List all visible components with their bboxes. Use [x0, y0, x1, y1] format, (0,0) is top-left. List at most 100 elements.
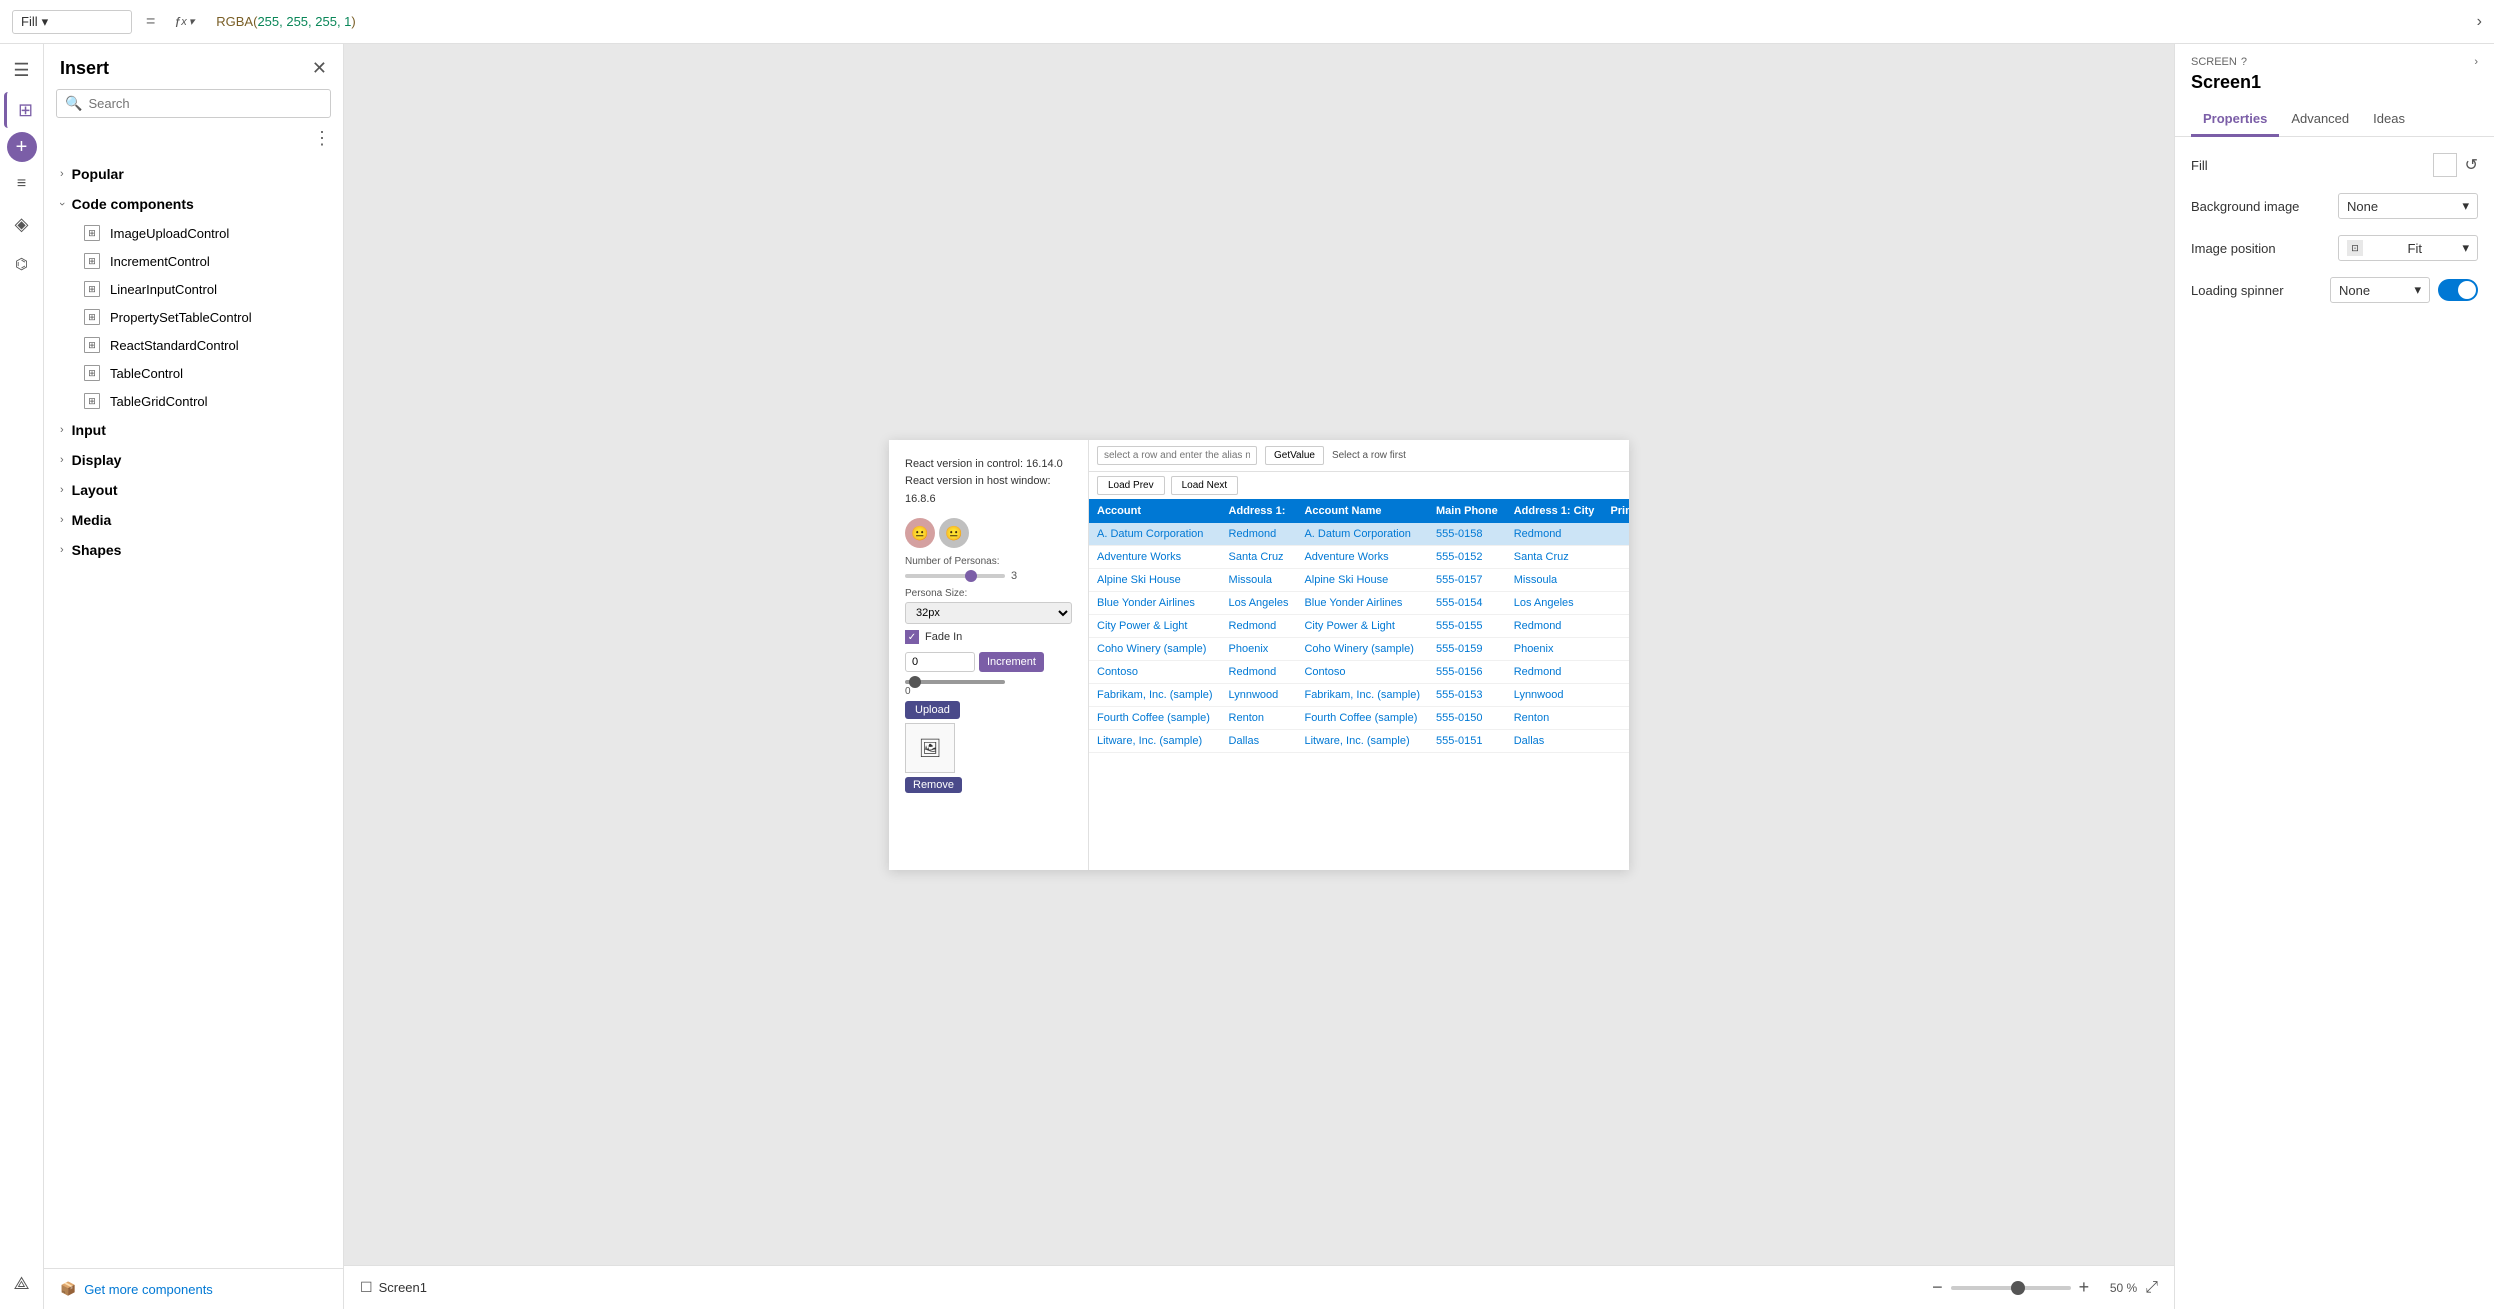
table-row[interactable]: Alpine Ski House Missoula Alpine Ski Hou… — [1089, 568, 1629, 591]
screen-tab[interactable]: ☐ Screen1 — [360, 1279, 427, 1296]
upload-button[interactable]: Upload — [905, 701, 960, 719]
screen-icon: ☐ — [360, 1279, 373, 1296]
help-icon[interactable]: ? — [2241, 56, 2247, 68]
list-item[interactable]: ⊞ ReactStandardControl — [44, 331, 343, 359]
table-row[interactable]: City Power & Light Redmond City Power & … — [1089, 614, 1629, 637]
table-scroll[interactable]: Account Address 1: Account Name Main Pho… — [1089, 499, 1629, 870]
table-row[interactable]: A. Datum Corporation Redmond A. Datum Co… — [1089, 523, 1629, 546]
col-header-phone: Main Phone — [1428, 499, 1506, 523]
table-row[interactable]: Litware, Inc. (sample) Dallas Litware, I… — [1089, 729, 1629, 752]
section-layout[interactable]: › Layout — [44, 475, 343, 505]
right-panel-collapse[interactable]: › — [2474, 56, 2478, 68]
col-header-primary: Prima... — [1602, 499, 1629, 523]
sidebar-icons: ☰ ⊞ + ≡ ◈ ⌬ ⟁ — [0, 44, 44, 1309]
slider2-value: 0 — [905, 686, 1072, 697]
section-media[interactable]: › Media — [44, 505, 343, 535]
persona-size-select[interactable]: 32px — [905, 602, 1072, 624]
load-next-button[interactable]: Load Next — [1171, 476, 1239, 495]
cell-account-name: Adventure Works — [1296, 545, 1428, 568]
cell-account-name: Litware, Inc. (sample) — [1296, 729, 1428, 752]
list-item[interactable]: ⊞ TableControl — [44, 359, 343, 387]
component-icon: ⊞ — [84, 225, 100, 241]
table-row[interactable]: Fabrikam, Inc. (sample) Lynnwood Fabrika… — [1089, 683, 1629, 706]
loading-toggle[interactable] — [2438, 279, 2478, 301]
list-item[interactable]: ⊞ PropertySetTableControl — [44, 303, 343, 331]
react-version-control: React version in control: 16.14.0 React … — [905, 456, 1072, 509]
formula-fn: RGBA( — [216, 14, 257, 29]
table-row[interactable]: Fourth Coffee (sample) Renton Fourth Cof… — [1089, 706, 1629, 729]
image-position-dropdown[interactable]: ⊡ Fit ▾ — [2338, 235, 2478, 261]
cell-phone: 555-0159 — [1428, 637, 1506, 660]
fill-swatch[interactable] — [2433, 153, 2457, 177]
list-item[interactable]: ⊞ ImageUploadControl — [44, 219, 343, 247]
components-icon[interactable]: ◈ — [4, 206, 40, 242]
formula-nums: 255, 255, 255, 1 — [257, 14, 351, 29]
cell-account-name: Coho Winery (sample) — [1296, 637, 1428, 660]
collapse-icon[interactable]: › — [2477, 13, 2482, 31]
upload-preview: 🖼 — [905, 723, 955, 773]
add-icon[interactable]: + — [7, 132, 37, 162]
tab-properties[interactable]: Properties — [2191, 103, 2279, 137]
section-input[interactable]: › Input — [44, 415, 343, 445]
fullscreen-button[interactable]: ⤢ — [2145, 1279, 2158, 1297]
background-image-label: Background image — [2191, 199, 2299, 214]
chevron-down-icon: › — [56, 202, 68, 206]
select-row-hint: Select a row first — [1332, 450, 1406, 461]
cell-account-name: Blue Yonder Airlines — [1296, 591, 1428, 614]
fx-button[interactable]: fx ▾ — [169, 14, 200, 30]
cell-city: Dallas — [1506, 729, 1603, 752]
col-header-account-name: Account Name — [1296, 499, 1428, 523]
zoom-in-button[interactable]: + — [2079, 1277, 2090, 1298]
list-item[interactable]: ⊞ LinearInputControl — [44, 275, 343, 303]
get-value-button[interactable]: GetValue — [1265, 446, 1324, 465]
section-display[interactable]: › Display — [44, 445, 343, 475]
tab-ideas[interactable]: Ideas — [2361, 103, 2417, 137]
cell-primary — [1602, 614, 1629, 637]
increment-input[interactable] — [905, 652, 975, 672]
table-row[interactable]: Contoso Redmond Contoso 555-0156 Redmond — [1089, 660, 1629, 683]
increment-button[interactable]: Increment — [979, 652, 1044, 672]
loading-spinner-dropdown[interactable]: None ▾ — [2330, 277, 2430, 303]
more-options-button[interactable]: ⋮ — [313, 128, 331, 149]
hamburger-menu-icon[interactable]: ☰ — [4, 52, 40, 88]
variables-icon[interactable]: ⌬ — [4, 246, 40, 282]
tab-advanced[interactable]: Advanced — [2279, 103, 2361, 137]
list-item[interactable]: ⊞ IncrementControl — [44, 247, 343, 275]
chevron-down-icon: ▾ — [42, 14, 49, 30]
table-row[interactable]: Blue Yonder Airlines Los Angeles Blue Yo… — [1089, 591, 1629, 614]
zoom-out-button[interactable]: − — [1932, 1277, 1943, 1298]
list-item[interactable]: ⊞ TableGridControl — [44, 387, 343, 415]
personas-slider[interactable] — [905, 574, 1005, 578]
cell-address1: Redmond — [1221, 660, 1297, 683]
persona-row: 😐 😐 — [905, 518, 1072, 548]
section-shapes[interactable]: › Shapes — [44, 535, 343, 565]
tree-view-icon[interactable]: ≡ — [4, 166, 40, 202]
avatar: 😐 — [905, 518, 935, 548]
fill-dropdown[interactable]: Fill ▾ — [12, 10, 132, 34]
section-popular[interactable]: › Popular — [44, 159, 343, 189]
alias-input[interactable] — [1097, 446, 1257, 465]
table-row[interactable]: Coho Winery (sample) Phoenix Coho Winery… — [1089, 637, 1629, 660]
section-code-components[interactable]: › Code components — [44, 189, 343, 219]
cell-address1: Phoenix — [1221, 637, 1297, 660]
zoom-controls: − + 50 % ⤢ — [1932, 1277, 2158, 1298]
right-panel-header: SCREEN ? › Screen1 Properties Advanced I… — [2175, 44, 2494, 137]
component-icon: ⊞ — [84, 253, 100, 269]
get-more-components[interactable]: 📦 Get more components — [44, 1268, 343, 1309]
toggle-knob — [2458, 281, 2476, 299]
background-image-dropdown[interactable]: None ▾ — [2338, 193, 2478, 219]
connectors-icon[interactable]: ⟁ — [4, 1265, 40, 1301]
component-icon: ⊞ — [84, 337, 100, 353]
slider2-container: 0 — [905, 680, 1072, 697]
zoom-slider[interactable] — [1951, 1286, 2071, 1290]
table-row[interactable]: Adventure Works Santa Cruz Adventure Wor… — [1089, 545, 1629, 568]
formula-bar[interactable]: RGBA(255, 255, 255, 1) — [208, 10, 2468, 33]
fade-in-checkbox[interactable] — [905, 630, 919, 644]
fill-reset-icon[interactable]: ↺ — [2465, 155, 2478, 175]
close-button[interactable]: ✕ — [312, 58, 327, 79]
remove-button[interactable]: Remove — [905, 777, 962, 793]
slider2[interactable] — [905, 680, 1005, 684]
load-prev-button[interactable]: Load Prev — [1097, 476, 1165, 495]
search-input[interactable] — [88, 96, 322, 111]
insert-icon[interactable]: ⊞ — [4, 92, 40, 128]
